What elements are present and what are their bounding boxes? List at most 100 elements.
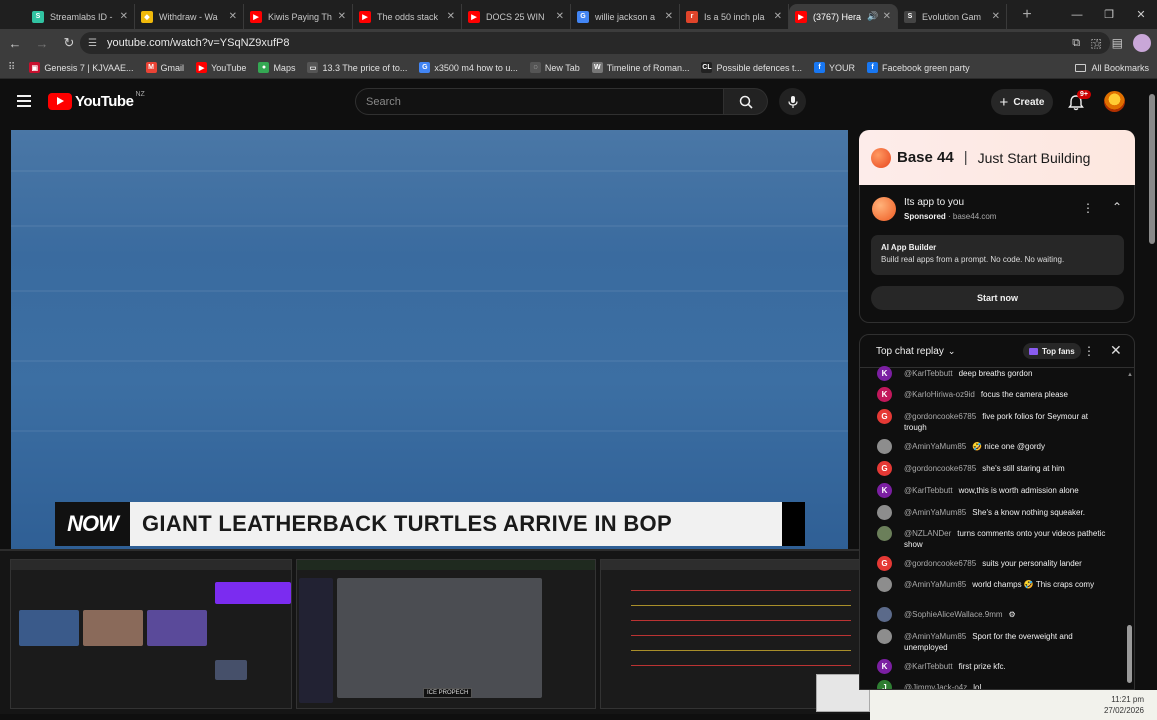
voice-search-button[interactable] — [779, 88, 806, 115]
chat-scrollbar[interactable]: ▲ — [1126, 370, 1134, 687]
chat-author-avatar[interactable] — [877, 505, 892, 520]
chat-author-name[interactable]: @SophieAliceWallace.9mm — [904, 610, 1003, 619]
browser-tab[interactable]: S Streamlabs ID - ✕ — [26, 4, 135, 29]
speaker-icon[interactable]: 🔊 — [867, 11, 878, 22]
bookmark-item[interactable]: Gx3500 m4 how to u... — [419, 62, 518, 73]
chat-author-avatar[interactable]: K — [877, 483, 892, 498]
chat-message[interactable]: @AminYaMum85 world champs 🤣 This craps co… — [860, 577, 1124, 592]
create-button[interactable]: + Create — [991, 89, 1053, 115]
system-clock[interactable]: 11:21 pm 27/02/2026 — [1080, 690, 1157, 720]
chat-author-name[interactable]: @KarloHiriwa-oz9id — [904, 390, 975, 399]
browser-tab[interactable]: ▶ The odds stack ✕ — [353, 4, 462, 29]
bookmark-item[interactable]: M Gmail — [145, 62, 184, 73]
page-scrollbar[interactable] — [1146, 80, 1157, 690]
chat-author-name[interactable]: @gordoncooke6785 — [904, 559, 976, 568]
restore-icon[interactable]: ❐ — [1093, 0, 1125, 29]
chat-author-avatar[interactable]: K — [877, 659, 892, 674]
ad-description-card[interactable]: AI App Builder Build real apps from a pr… — [871, 235, 1124, 275]
bookmark-item[interactable]: CL Possible defences t... — [701, 62, 802, 73]
chat-message[interactable]: @AminYaMum85 Sport for the overweight and… — [860, 629, 1124, 653]
extensions-icon[interactable]: ⬚ — [1090, 36, 1101, 50]
chat-mode-dropdown[interactable]: Top chat replay ⌄ — [876, 346, 955, 357]
chat-author-name[interactable]: @AminYaMum85 — [904, 580, 966, 589]
chat-message[interactable]: K @KarlTebbutt deep breaths gordon — [860, 366, 1124, 381]
close-tab-icon[interactable]: ✕ — [229, 11, 237, 22]
ad-title[interactable]: Its app to you — [904, 197, 964, 208]
close-tab-icon[interactable]: ✕ — [883, 11, 891, 22]
chat-message[interactable]: G @gordoncooke6785 she's still staring at … — [860, 461, 1124, 476]
bookmark-item[interactable]: f Facebook green party — [867, 62, 970, 73]
top-fans-button[interactable]: Top fans — [1023, 343, 1081, 359]
ad-more-icon[interactable]: ⋮ — [1082, 201, 1094, 215]
site-info-icon[interactable]: ☰ — [88, 38, 97, 49]
ad-banner[interactable]: Base 44 | Just Start Building — [859, 130, 1135, 185]
ad-collapse-icon[interactable]: ⌃ — [1112, 200, 1122, 214]
window-preview-stream[interactable]: ICE PROPECH — [296, 559, 596, 709]
search-input[interactable]: Search — [355, 88, 724, 115]
window-preview-youtube[interactable] — [10, 559, 292, 709]
browser-tab[interactable]: ▶ Kiwis Paying Th ✕ — [244, 4, 353, 29]
chat-author-name[interactable]: @NZLANDer — [904, 529, 951, 538]
close-tab-icon[interactable]: ✕ — [774, 11, 782, 22]
chat-message[interactable]: @SophieAliceWallace.9mm ⚙ — [860, 607, 1124, 622]
side-panel-icon[interactable]: ▤ — [1112, 36, 1123, 50]
youtube-logo[interactable]: YouTube NZ — [48, 91, 145, 110]
chat-author-avatar[interactable] — [877, 439, 892, 454]
reload-icon[interactable]: ↻ — [57, 31, 81, 55]
browser-tab[interactable]: r Is a 50 inch pla ✕ — [680, 4, 789, 29]
account-avatar[interactable] — [1104, 91, 1125, 112]
back-icon[interactable]: ← — [3, 31, 27, 55]
start-now-button[interactable]: Start now — [871, 286, 1124, 310]
chat-author-avatar[interactable] — [877, 577, 892, 592]
bookmark-item[interactable]: ● Maps — [258, 62, 295, 73]
chat-author-name[interactable]: @gordoncooke6785 — [904, 464, 976, 473]
close-window-icon[interactable]: ✕ — [1125, 0, 1157, 29]
scroll-up-icon[interactable]: ▲ — [1127, 372, 1133, 378]
all-bookmarks-button[interactable]: All Bookmarks — [1075, 57, 1149, 79]
install-app-icon[interactable]: ⧉ — [1072, 37, 1080, 50]
close-tab-icon[interactable]: ✕ — [338, 11, 346, 22]
chat-author-name[interactable]: @AminYaMum85 — [904, 632, 966, 641]
profile-avatar[interactable] — [1133, 34, 1151, 52]
browser-tab[interactable]: ◆ Withdraw - Wa ✕ — [135, 4, 244, 29]
browser-tab[interactable]: Gwillie jackson a ✕ — [571, 4, 680, 29]
chat-message[interactable]: K @KarlTebbutt first prize kfc. — [860, 659, 1124, 674]
browser-tab[interactable]: ▶ (3767) Hera 🔊 ✕ — [789, 4, 898, 29]
close-tab-icon[interactable]: ✕ — [447, 11, 455, 22]
bookmark-item[interactable]: f YOUR — [814, 62, 855, 73]
browser-tab[interactable]: ▶ DOCS 25 WIN ✕ — [462, 4, 571, 29]
address-bar[interactable]: ☰ youtube.com/watch?v=YSqNZ9xufP8 ⧉ ☆ — [80, 32, 1110, 54]
chat-author-avatar[interactable]: K — [877, 387, 892, 402]
search-button[interactable] — [724, 88, 768, 115]
close-tab-icon[interactable]: ✕ — [556, 11, 564, 22]
chat-author-avatar[interactable]: G — [877, 409, 892, 424]
chat-message[interactable]: K @KarloHiriwa-oz9id focus the camera plea… — [860, 387, 1124, 402]
chat-author-name[interactable]: @JimmyJack-o4z — [904, 683, 967, 689]
chat-more-icon[interactable]: ⋮ — [1083, 344, 1095, 358]
new-tab-button[interactable]: + — [1015, 3, 1039, 27]
chat-message[interactable]: @NZLANDer turns comments onto your videos… — [860, 526, 1124, 550]
forward-icon[interactable]: → — [30, 31, 54, 55]
close-tab-icon[interactable]: ✕ — [992, 11, 1000, 22]
page-scroll-thumb[interactable] — [1149, 94, 1155, 244]
minimize-icon[interactable]: — — [1061, 0, 1093, 29]
video-player[interactable]: NOW GIANT LEATHERBACK TURTLES ARRIVE IN … — [11, 130, 848, 550]
bookmark-item[interactable]: ◌ New Tab — [529, 62, 580, 73]
chat-message[interactable]: @AminYaMum85 She's a know nothing squeake… — [860, 505, 1124, 520]
chat-author-name[interactable]: @AminYaMum85 — [904, 442, 966, 451]
chat-author-avatar[interactable] — [877, 629, 892, 644]
chat-author-avatar[interactable]: J — [877, 680, 892, 689]
chat-author-avatar[interactable]: G — [877, 461, 892, 476]
apps-grid-icon[interactable]: ⠿ — [8, 62, 15, 73]
chat-message[interactable]: G @gordoncooke6785 suits your personality … — [860, 556, 1124, 571]
bookmark-item[interactable]: ▶ YouTube — [196, 62, 246, 73]
chat-author-name[interactable]: @gordoncooke6785 — [904, 412, 976, 421]
close-tab-icon[interactable]: ✕ — [120, 11, 128, 22]
close-chat-icon[interactable]: ✕ — [1110, 342, 1122, 359]
chat-message[interactable]: @AminYaMum85 🤣 nice one @gordy — [860, 439, 1124, 454]
browser-tab[interactable]: S Evolution Gam ✕ — [898, 4, 1007, 29]
chat-author-avatar[interactable]: G — [877, 556, 892, 571]
chat-author-avatar[interactable] — [877, 607, 892, 622]
chat-author-name[interactable]: @KarlTebbutt — [904, 486, 953, 495]
chat-author-name[interactable]: @KarlTebbutt — [904, 369, 953, 378]
